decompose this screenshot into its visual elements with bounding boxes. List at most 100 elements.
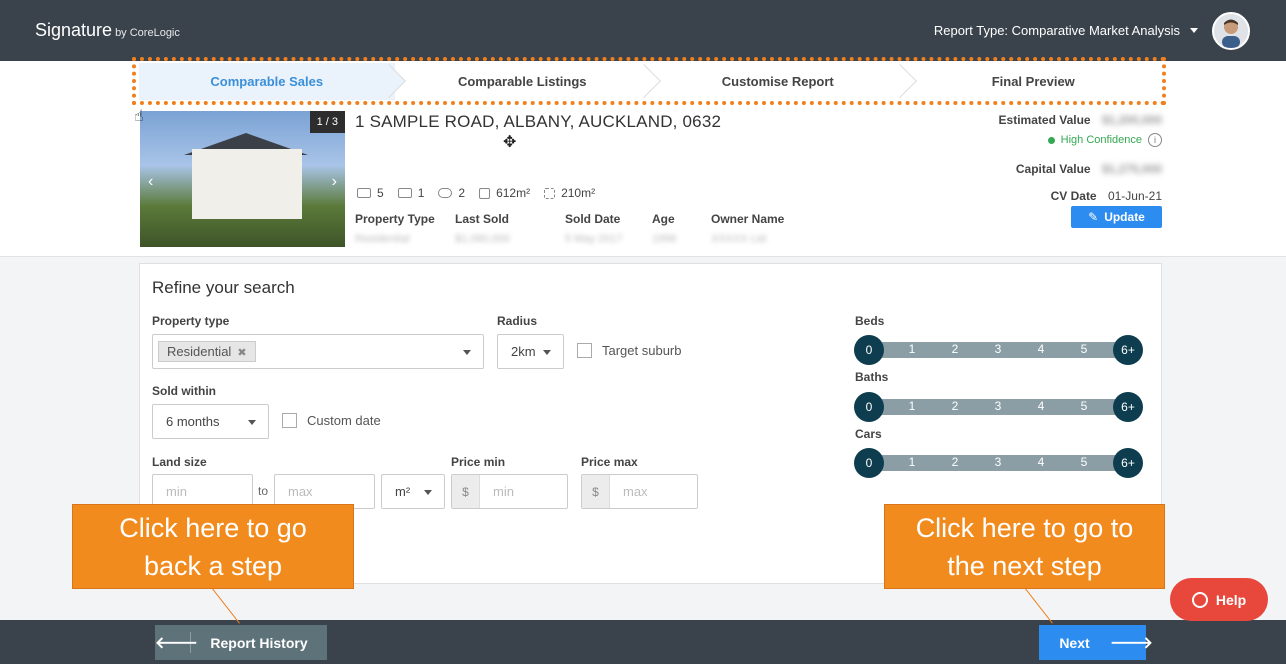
- slider-tick[interactable]: 3: [988, 455, 1008, 469]
- bed-icon: [357, 188, 371, 198]
- step-label: Customise Report: [721, 74, 834, 89]
- currency-prefix: $: [582, 475, 610, 508]
- chevron-down-icon: [463, 350, 471, 355]
- chevron-down-icon: [1190, 28, 1198, 33]
- floor-area-icon: [544, 187, 556, 199]
- step-label: Comparable Listings: [457, 74, 587, 89]
- chevron-left-icon[interactable]: ‹: [148, 173, 153, 191]
- brand-logo[interactable]: Signature by CoreLogic: [35, 20, 180, 41]
- slider-min-handle[interactable]: 0: [854, 335, 884, 365]
- custom-date-checkbox[interactable]: Custom date: [282, 413, 381, 428]
- callout-back-leader: [212, 588, 240, 624]
- cars-label: Cars: [855, 427, 882, 441]
- slider-tick[interactable]: 3: [988, 399, 1008, 413]
- slider-tick[interactable]: 4: [1031, 399, 1051, 413]
- beds-count: 5: [377, 186, 384, 200]
- report-type-dropdown[interactable]: Report Type: Comparative Market Analysis: [934, 23, 1198, 38]
- help-button[interactable]: Help: [1170, 578, 1268, 621]
- label-last-sold: Last Sold: [455, 212, 510, 226]
- price-max-label: Price max: [581, 455, 638, 469]
- value-age: 1996: [652, 233, 677, 245]
- info-icon[interactable]: i: [1148, 133, 1162, 147]
- label-age: Age: [652, 212, 675, 226]
- slider-tick[interactable]: 1: [902, 455, 922, 469]
- land-area: 612m²: [496, 186, 531, 200]
- move-cursor-icon: ✥: [503, 134, 517, 151]
- value-owner-name: XXXXX Ltd: [711, 233, 767, 245]
- slider-tick[interactable]: 2: [945, 399, 965, 413]
- radius-value: 2km: [511, 344, 536, 359]
- step-comparable-listings[interactable]: Comparable Listings: [394, 63, 661, 100]
- land-min-placeholder: min: [166, 484, 187, 499]
- label-property-type: Property Type: [355, 212, 435, 226]
- hand-cursor-icon: ☝: [134, 108, 144, 125]
- land-max-placeholder: max: [288, 484, 313, 499]
- slider-tick[interactable]: 2: [945, 455, 965, 469]
- slider-tick[interactable]: 5: [1074, 342, 1094, 356]
- chat-bubble-icon: [1191, 591, 1208, 608]
- price-max-input[interactable]: $ max: [581, 474, 698, 509]
- feature-beds: 5: [357, 186, 384, 200]
- slider-tick[interactable]: 2: [945, 342, 965, 356]
- confidence-label: High Confidence: [1060, 134, 1142, 146]
- slider-tick[interactable]: 3: [988, 342, 1008, 356]
- cv-date: 01-Jun-21: [1107, 189, 1162, 203]
- slider-max-handle[interactable]: 6+: [1113, 335, 1143, 365]
- photo-house: [192, 149, 302, 219]
- user-avatar[interactable]: [1212, 12, 1250, 50]
- capital-value-row: Capital Value $1,275,000: [1016, 162, 1162, 176]
- step-comparable-sales[interactable]: Comparable Sales: [139, 63, 406, 100]
- radius-select[interactable]: 2km: [497, 334, 564, 369]
- chevron-down-icon: [543, 350, 551, 355]
- property-type-tag[interactable]: Residential ✖: [158, 341, 256, 362]
- slider-tick[interactable]: 4: [1031, 455, 1051, 469]
- land-unit-select[interactable]: m²: [381, 474, 445, 509]
- report-type-label: Report Type: Comparative Market Analysis: [933, 23, 1180, 38]
- update-button[interactable]: ✎ Update: [1071, 206, 1162, 228]
- callout-next-leader: [1025, 588, 1053, 624]
- photo-counter: 1 / 3: [309, 111, 345, 133]
- label-sold-date: Sold Date: [565, 212, 621, 226]
- baths-range-slider[interactable]: 1 2 3 4 5 0 6+: [853, 392, 1145, 422]
- slider-tick[interactable]: 1: [902, 342, 922, 356]
- property-type-select[interactable]: Residential ✖: [152, 334, 484, 369]
- chevron-right-icon[interactable]: ›: [332, 173, 337, 191]
- slider-max-handle[interactable]: 6+: [1113, 448, 1143, 478]
- slider-tick[interactable]: 5: [1074, 399, 1094, 413]
- callout-next-text: Click here to go to the next step: [915, 512, 1134, 581]
- value-last-sold: $1,080,000: [455, 233, 511, 245]
- checkbox-box[interactable]: [282, 413, 297, 428]
- price-min-input[interactable]: $ min: [451, 474, 568, 509]
- beds-range-slider[interactable]: 1 2 3 4 5 0 6+: [853, 335, 1145, 365]
- chevron-down-icon: [424, 490, 432, 495]
- land-size-label: Land size: [152, 455, 207, 469]
- value-property-type: Residential: [355, 233, 410, 245]
- currency-prefix: $: [452, 475, 480, 508]
- slider-min-handle[interactable]: 0: [854, 448, 884, 478]
- step-final-preview[interactable]: Final Preview: [905, 63, 1161, 100]
- feature-land: 612m²: [479, 186, 530, 200]
- land-to-label: to: [258, 484, 269, 498]
- property-photo[interactable]: 1 / 3 ‹ ›: [140, 111, 345, 247]
- sold-within-select[interactable]: 6 months: [152, 404, 269, 439]
- brand-sub: by CoreLogic: [115, 27, 180, 39]
- slider-min-handle[interactable]: 0: [854, 392, 884, 422]
- target-suburb-checkbox[interactable]: Target suburb: [577, 343, 682, 358]
- slider-tick[interactable]: 4: [1031, 342, 1051, 356]
- slider-tick[interactable]: 1: [902, 399, 922, 413]
- label-owner-name: Owner Name: [711, 212, 785, 226]
- baths-label: Baths: [855, 370, 889, 384]
- custom-date-label: Custom date: [307, 413, 381, 428]
- land-area-icon: [479, 187, 491, 199]
- report-history-button[interactable]: 🡐 Report History: [155, 625, 327, 660]
- remove-tag-icon[interactable]: ✖: [237, 347, 246, 359]
- cars-range-slider[interactable]: 1 2 3 4 5 0 6+: [853, 448, 1145, 478]
- car-icon: [438, 188, 453, 198]
- next-button[interactable]: Next 🡒: [1039, 625, 1153, 660]
- slider-max-handle[interactable]: 6+: [1113, 392, 1143, 422]
- price-min-placeholder: min: [493, 484, 514, 499]
- step-customise-report[interactable]: Customise Report: [650, 63, 917, 100]
- estimated-value: $1,200,000: [1101, 113, 1162, 127]
- slider-tick[interactable]: 5: [1074, 455, 1094, 469]
- checkbox-box[interactable]: [577, 343, 592, 358]
